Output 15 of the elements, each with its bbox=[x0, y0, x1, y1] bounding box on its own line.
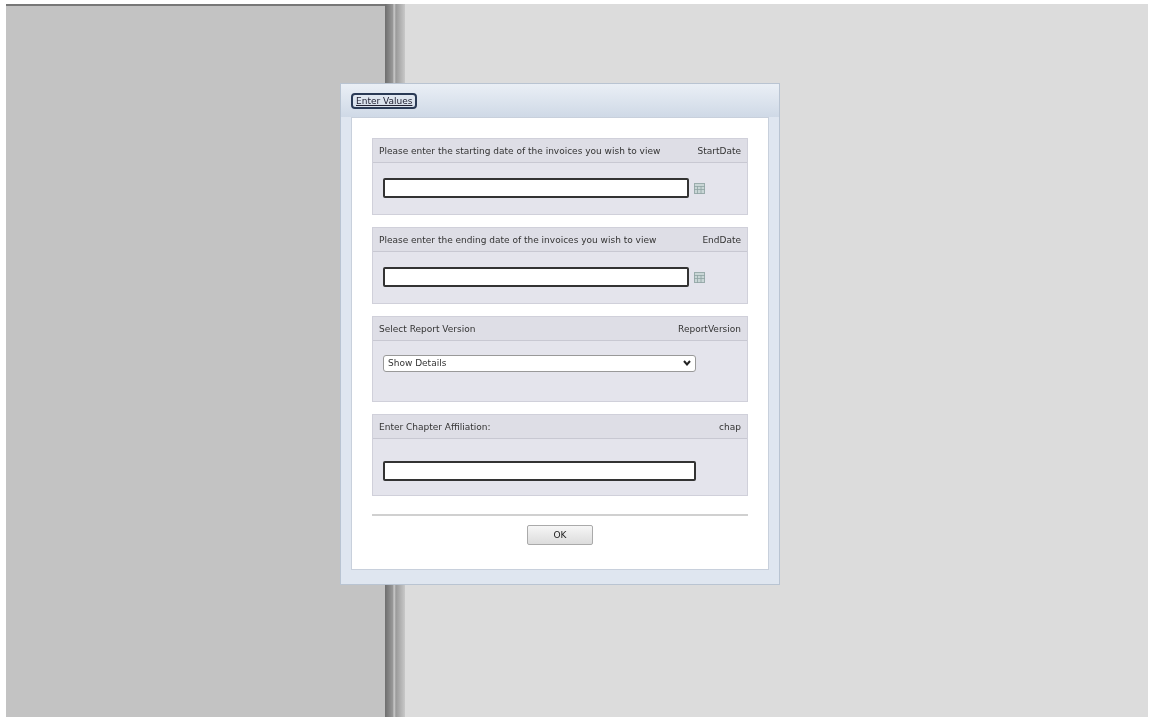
parameter-name: EndDate bbox=[702, 235, 741, 245]
report-version-dropdown[interactable]: Show Details bbox=[383, 354, 696, 372]
parameter-prompt: Enter Chapter Affiliation: bbox=[379, 422, 491, 432]
date-input-field[interactable] bbox=[383, 267, 689, 287]
chevron-down-icon bbox=[683, 360, 691, 366]
parameter-prompt: Please enter the ending date of the invoices you wish to view bbox=[379, 235, 657, 245]
parameter-name: StartDate bbox=[697, 146, 741, 156]
parameter-prompt: Select Report Version bbox=[379, 324, 476, 334]
dialog-title: Enter Values bbox=[351, 92, 418, 109]
parameter-name: ReportVersion bbox=[678, 324, 741, 334]
parameter-prompt: Please enter the starting date of the invoices you wish to view bbox=[379, 146, 661, 156]
date-input-field[interactable] bbox=[383, 178, 689, 198]
parameter-name: chap bbox=[719, 422, 741, 432]
text-input-field[interactable] bbox=[383, 461, 696, 481]
ok-button[interactable]: OK bbox=[527, 525, 593, 545]
